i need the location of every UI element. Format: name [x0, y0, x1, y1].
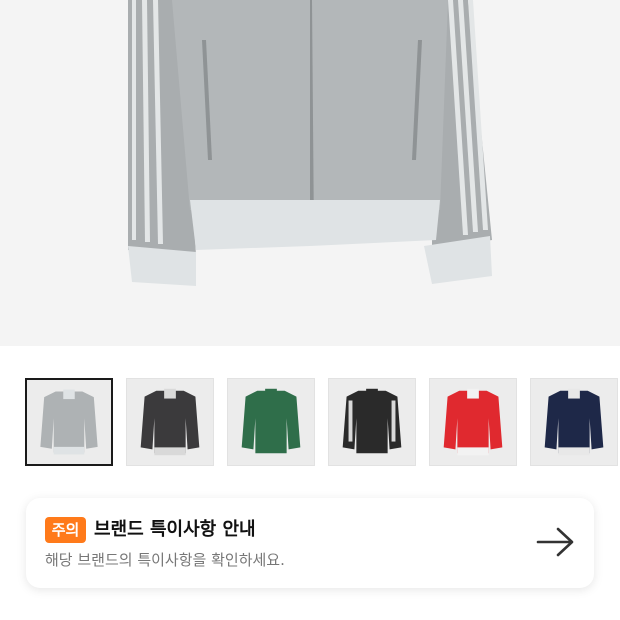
thumbnail-gray[interactable]	[25, 378, 113, 466]
jacket-thumbnail-image	[40, 389, 98, 455]
jacket-thumbnail-image	[342, 388, 402, 454]
notice-subtitle: 해당 브랜드의 특이사항을 확인하세요.	[45, 551, 285, 569]
brand-notice-card[interactable]: 주의 브랜드 특이사항 안내 해당 브랜드의 특이사항을 확인하세요.	[26, 498, 594, 588]
thumbnail-red[interactable]	[429, 378, 517, 466]
thumbnail-navy[interactable]	[530, 378, 618, 466]
jacket-thumbnail-image	[140, 388, 200, 456]
arrow-right-icon[interactable]	[536, 526, 576, 558]
gray-track-jacket-image	[128, 0, 492, 286]
product-hero-image[interactable]	[0, 0, 620, 346]
thumbnail-black[interactable]	[328, 378, 416, 466]
jacket-thumbnail-image	[544, 388, 604, 456]
notice-title: 브랜드 특이사항 안내	[94, 519, 256, 540]
thumbnail-green[interactable]	[227, 378, 315, 466]
jacket-thumbnail-image	[443, 388, 503, 456]
jacket-thumbnail-image	[241, 388, 301, 454]
thumbnail-strip	[25, 378, 620, 466]
thumbnail-charcoal[interactable]	[126, 378, 214, 466]
caution-badge: 주의	[45, 517, 86, 543]
